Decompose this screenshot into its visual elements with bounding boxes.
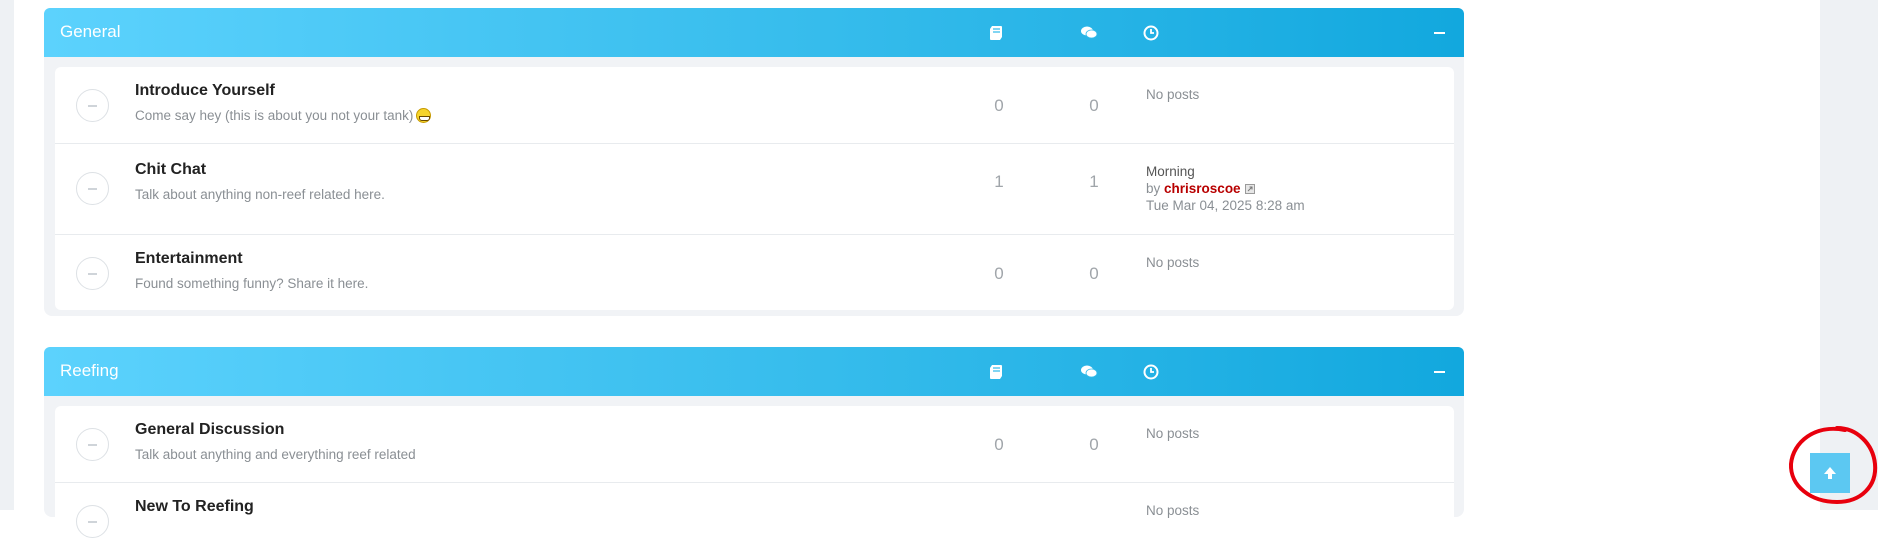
last-post-info: No posts [1146, 426, 1200, 441]
topics-count: 1 [994, 172, 1004, 191]
forum-row-general-discussion: General Discussion Talk about anything a… [55, 406, 1454, 483]
back-to-top-button[interactable] [1810, 453, 1850, 493]
collapse-category-button[interactable] [1430, 22, 1450, 42]
forum-description: Talk about anything non-reef related her… [135, 187, 385, 202]
book-icon [990, 26, 1002, 40]
last-post-subject-link[interactable]: Morning [1146, 163, 1305, 180]
forum-row-introduce-yourself: Introduce Yourself Come say hey (this is… [55, 67, 1454, 144]
view-latest-post-icon[interactable] [1244, 184, 1255, 194]
forum-title-link[interactable]: Chit Chat [135, 161, 206, 179]
category-general: General Introduce Yourself Come say hey … [44, 8, 1464, 316]
forum-title-link[interactable]: General Discussion [135, 421, 284, 439]
category-reefing: Reefing General Discussion Talk about an… [44, 347, 1464, 559]
forum-read-status-icon [76, 428, 109, 461]
forum-title-link[interactable]: New To Reefing [135, 498, 254, 516]
comments-icon [1081, 26, 1098, 39]
posts-count: 0 [1089, 264, 1099, 283]
forum-row-entertainment: Entertainment Found something funny? Sha… [55, 235, 1454, 310]
forum-read-status-icon [76, 257, 109, 290]
forum-description: Come say hey (this is about you not your… [135, 108, 432, 123]
book-icon [990, 365, 1002, 379]
forum-row-new-to-reefing: New To Reefing No posts [55, 483, 1454, 559]
forum-title-link[interactable]: Entertainment [135, 250, 243, 268]
comments-icon [1081, 365, 1098, 378]
topics-count: 0 [994, 435, 1004, 454]
last-post-time: Tue Mar 04, 2025 8:28 am [1146, 198, 1305, 213]
category-header: General [44, 8, 1464, 57]
forum-title-link[interactable]: Introduce Yourself [135, 82, 275, 100]
forum-row-chit-chat: Chit Chat Talk about anything non-reef r… [55, 144, 1454, 235]
forum-description: Found something funny? Share it here. [135, 276, 369, 291]
last-post-info: No posts [1146, 255, 1200, 270]
clock-icon [1143, 364, 1159, 380]
topics-count: 0 [994, 264, 1004, 283]
arrow-up-icon [1824, 467, 1836, 479]
posts-count: 0 [1089, 435, 1099, 454]
page-left-gutter [0, 0, 14, 510]
last-post-author-link[interactable]: chrisroscoe [1164, 181, 1241, 196]
posts-count: 0 [1089, 96, 1099, 115]
last-post-info: No posts [1146, 503, 1200, 518]
forum-list: General Discussion Talk about anything a… [55, 406, 1454, 559]
category-header: Reefing [44, 347, 1464, 396]
grinning-emoji-icon [416, 108, 432, 123]
forum-description-text: Come say hey (this is about you not your… [135, 108, 414, 123]
topics-count: 0 [994, 96, 1004, 115]
category-title[interactable]: General [60, 22, 120, 42]
last-post-info: No posts [1146, 87, 1200, 102]
last-post-info: Morning by chrisroscoe Tue Mar 04, 2025 … [1146, 163, 1305, 214]
forum-description: Talk about anything and everything reef … [135, 447, 416, 462]
forum-list: Introduce Yourself Come say hey (this is… [55, 67, 1454, 310]
posts-count: 1 [1089, 172, 1099, 191]
forum-read-status-icon [76, 172, 109, 205]
page-right-gutter [1820, 0, 1878, 510]
clock-icon [1143, 25, 1159, 41]
collapse-category-button[interactable] [1430, 361, 1450, 381]
category-title[interactable]: Reefing [60, 361, 119, 381]
forum-read-status-icon [76, 89, 109, 122]
last-post-by-label: by [1146, 181, 1161, 196]
